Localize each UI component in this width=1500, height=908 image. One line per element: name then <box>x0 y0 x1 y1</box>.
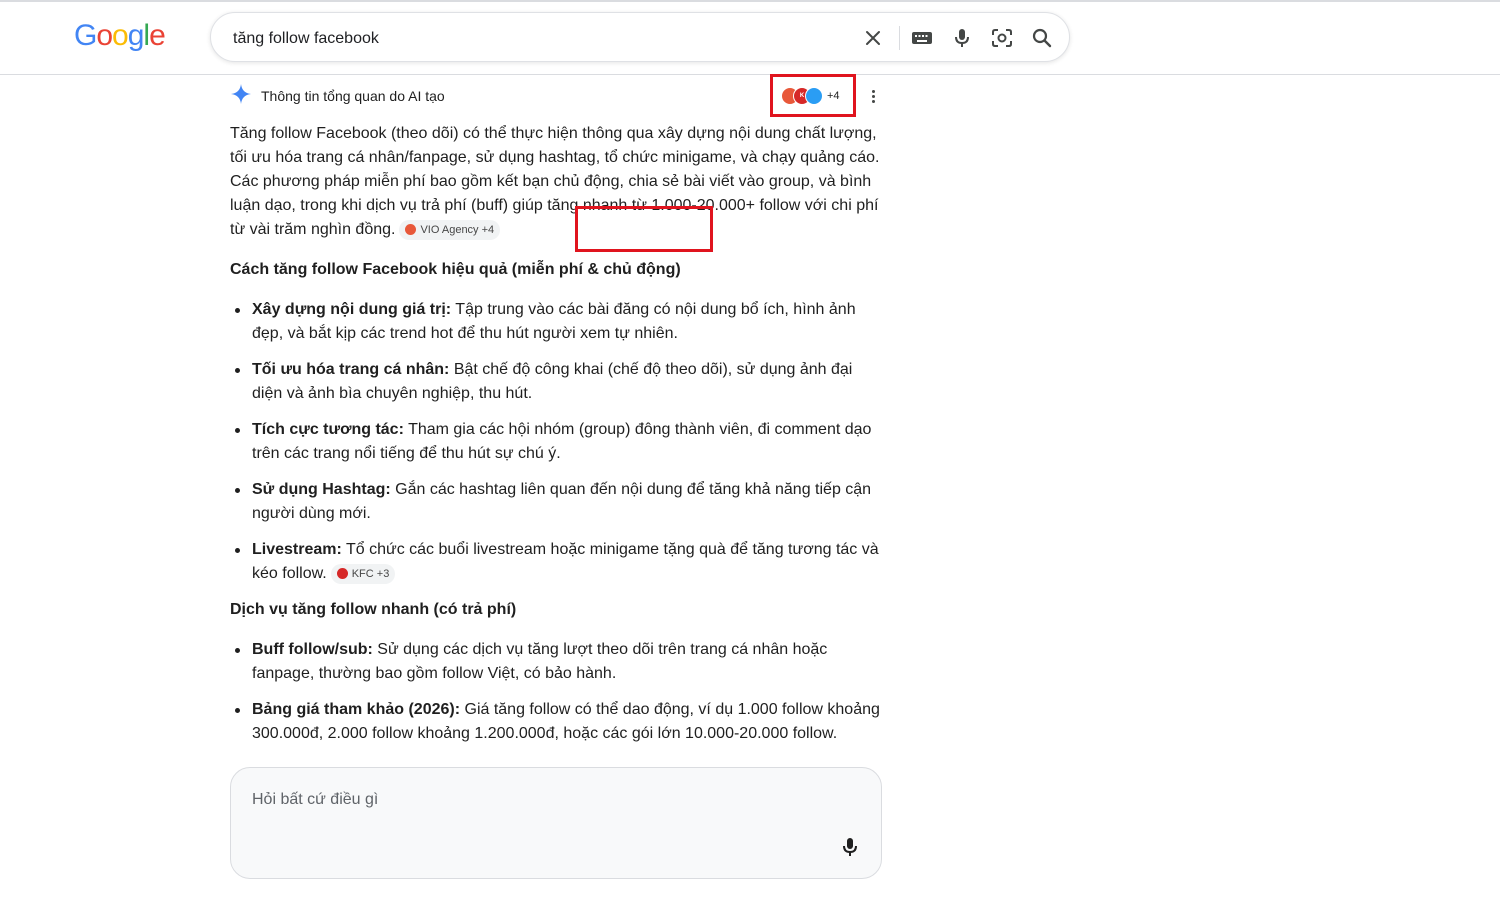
logo-letter: e <box>149 19 166 52</box>
item-label: Buff follow/sub: <box>252 641 373 658</box>
kfc-favicon <box>336 568 348 580</box>
ai-overview-header: Thông tin tổng quan do AI tạo <box>230 83 445 109</box>
item-label: Livestream: <box>252 541 342 558</box>
more-vert-icon[interactable] <box>864 86 882 106</box>
logo-letter: o <box>112 19 129 52</box>
list-item: Bảng giá tham khảo (2026): Giá tăng foll… <box>235 698 882 746</box>
search-divider <box>899 26 900 50</box>
lens-icon[interactable] <box>989 25 1015 51</box>
search-box <box>210 12 1070 62</box>
keyboard-icon[interactable] <box>909 25 935 51</box>
bullet-list: Buff follow/sub: Sử dụng các dịch vụ tăn… <box>230 638 882 746</box>
list-item: Xây dựng nội dung giá trị: Tập trung vào… <box>235 298 882 346</box>
citation-label: KFC +3 <box>351 567 390 580</box>
citation-label: VIO Agency +4 <box>420 223 495 236</box>
sources-chip[interactable]: K +4 <box>781 83 840 109</box>
intro-text: Tăng follow Facebook (theo dõi) có thể t… <box>230 125 880 238</box>
item-label: Tối ưu hóa trang cá nhân: <box>252 361 450 378</box>
section-title: Dịch vụ tăng follow nhanh (có trả phí) <box>230 601 517 618</box>
close-icon[interactable] <box>860 25 886 51</box>
citation-chip[interactable]: VIO Agency +4 <box>399 219 501 240</box>
item-label: Xây dựng nội dung giá trị: <box>252 301 452 318</box>
vio-favicon <box>405 224 417 236</box>
bullet-list: Xây dựng nội dung giá trị: Tập trung vào… <box>230 298 882 586</box>
citation-chip[interactable]: KFC +3 <box>330 563 396 584</box>
item-label: Bảng giá tham khảo (2026): <box>252 701 461 718</box>
source-favicon <box>805 87 823 105</box>
logo-letter: o <box>96 19 113 52</box>
header-divider <box>0 74 1500 75</box>
google-logo[interactable]: Google <box>74 16 166 56</box>
search-input[interactable] <box>231 25 855 53</box>
mic-icon[interactable] <box>837 834 863 860</box>
search-icon[interactable] <box>1029 25 1055 51</box>
logo-letter: g <box>127 19 145 52</box>
list-item: Buff follow/sub: Sử dụng các dịch vụ tăn… <box>235 638 882 686</box>
ask-box <box>230 767 882 879</box>
sparkle-icon <box>230 83 252 110</box>
top-border <box>0 0 1500 2</box>
logo-letter: G <box>74 19 97 52</box>
list-item: Tích cực tương tác: Tham gia các hội nhó… <box>235 418 882 466</box>
list-item: Livestream: Tổ chức các buổi livestream … <box>235 538 882 586</box>
ai-overview-intro: Tăng follow Facebook (theo dõi) có thể t… <box>230 122 882 242</box>
item-label: Sử dụng Hashtag: <box>252 481 391 498</box>
ai-overview-content: Tăng follow Facebook (theo dõi) có thể t… <box>230 122 882 767</box>
list-item: Tối ưu hóa trang cá nhân: Bật chế độ côn… <box>235 358 882 406</box>
sources-more-count: +4 <box>827 90 840 102</box>
ask-input[interactable] <box>250 788 814 812</box>
ai-overview-title: Thông tin tổng quan do AI tạo <box>261 88 445 104</box>
mic-icon[interactable] <box>949 25 975 51</box>
list-item: Sử dụng Hashtag: Gắn các hashtag liên qu… <box>235 478 882 526</box>
item-label: Tích cực tương tác: <box>252 421 404 438</box>
section-title: Cách tăng follow Facebook hiệu quả (miễn… <box>230 261 681 278</box>
